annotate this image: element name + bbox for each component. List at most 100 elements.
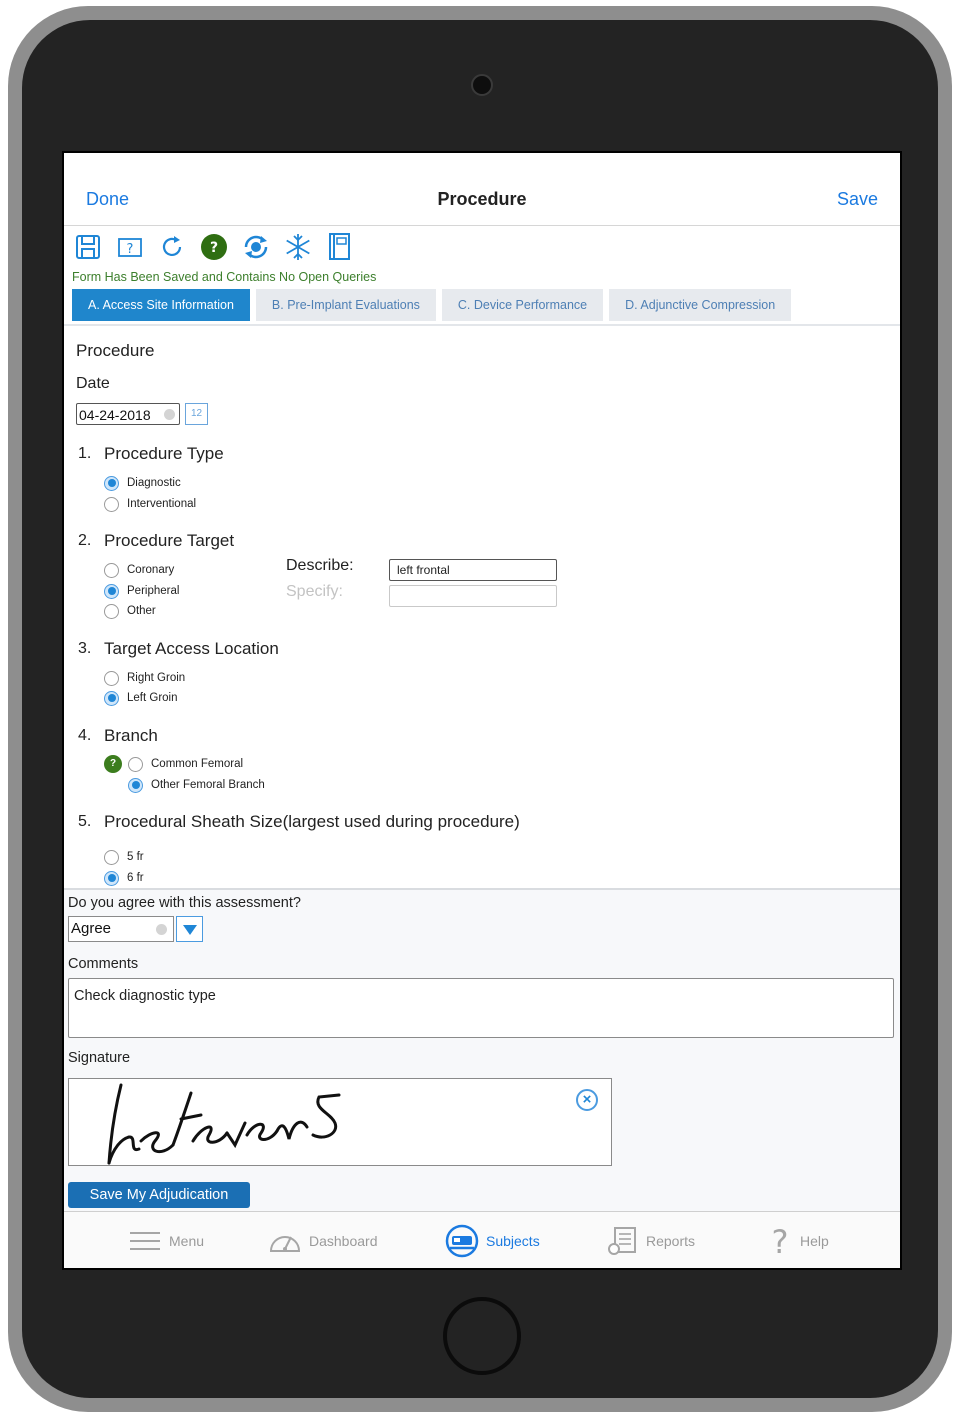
agree-value: Agree xyxy=(71,920,112,937)
radio-unselected[interactable] xyxy=(104,496,119,512)
help-box-icon[interactable]: ? xyxy=(114,231,146,263)
tab-access-site-information[interactable]: A. Access Site Information xyxy=(72,289,250,321)
tab-menu[interactable]: Menu xyxy=(128,1226,204,1256)
clear-signature-icon[interactable]: × xyxy=(576,1089,598,1111)
radio-unselected[interactable] xyxy=(104,562,119,578)
save-button[interactable]: Save xyxy=(837,189,878,210)
app-screen: Done Procedure Save ? ? Form Has Been Sa… xyxy=(62,151,902,1270)
signature-drawing xyxy=(107,1083,341,1165)
radio-unselected[interactable] xyxy=(104,603,119,619)
specify-field[interactable] xyxy=(389,585,557,607)
option-label: Common Femoral xyxy=(151,758,244,770)
tab-reports[interactable]: Reports xyxy=(607,1226,695,1256)
clear-date-icon[interactable] xyxy=(164,409,175,420)
agree-question: Do you agree with this assessment? xyxy=(68,895,301,911)
menu-icon xyxy=(130,1232,160,1250)
radio-selected[interactable] xyxy=(104,870,119,886)
option-label: Interventional xyxy=(127,498,197,510)
tab-label: Help xyxy=(800,1233,829,1249)
navigation-bar: Done Procedure Save xyxy=(64,153,900,226)
form-toolbar: ? ? xyxy=(72,231,356,263)
option-5-fr[interactable]: 5 fr xyxy=(104,847,144,867)
tab-device-performance[interactable]: C. Device Performance xyxy=(441,289,604,321)
radio-selected[interactable] xyxy=(104,690,119,706)
date-field[interactable]: 04-24-2018 xyxy=(76,403,180,425)
subjects-icon xyxy=(445,1224,479,1258)
save-adjudication-button[interactable]: Save My Adjudication xyxy=(68,1182,250,1208)
radio-selected[interactable] xyxy=(104,583,119,599)
option-left-groin[interactable]: Left Groin xyxy=(104,688,178,708)
describe-label: Describe: xyxy=(286,557,354,574)
comments-field[interactable]: Check diagnostic type xyxy=(68,978,894,1038)
radio-selected[interactable] xyxy=(104,475,119,491)
save-icon[interactable] xyxy=(72,231,104,263)
tab-label: Reports xyxy=(646,1233,696,1249)
query-icon[interactable]: ? xyxy=(198,231,230,263)
option-diagnostic[interactable]: Diagnostic xyxy=(104,473,181,493)
page-title: Procedure xyxy=(437,189,527,209)
tab-label: Subjects xyxy=(486,1233,540,1249)
calendar-day: 12 xyxy=(190,408,203,419)
describe-field[interactable]: left frontal xyxy=(389,559,557,581)
option-other-femoral-branch[interactable]: Other Femoral Branch xyxy=(128,775,265,795)
tab-adjunctive-compression[interactable]: D. Adjunctive Compression xyxy=(609,289,792,321)
tab-label: Menu xyxy=(169,1233,205,1249)
radio-unselected[interactable] xyxy=(128,756,143,772)
tab-help[interactable]: ? Help xyxy=(767,1225,829,1257)
signature-pad[interactable]: × xyxy=(68,1078,612,1166)
option-coronary[interactable]: Coronary xyxy=(104,560,174,580)
option-common-femoral[interactable]: ? Common Femoral xyxy=(104,754,243,774)
sync-icon[interactable] xyxy=(240,231,272,263)
refresh-icon[interactable] xyxy=(156,231,188,263)
question-number: 4. xyxy=(78,727,92,744)
option-label: 6 fr xyxy=(127,872,144,884)
tabs-divider xyxy=(64,324,900,326)
procedure-form: Procedure Date 04-24-2018 12 1. Procedur… xyxy=(64,327,900,887)
option-label: Other Femoral Branch xyxy=(151,779,265,791)
query-badge-icon[interactable]: ? xyxy=(104,755,122,773)
section-tabs: A. Access Site Information B. Pre-Implan… xyxy=(72,289,792,321)
date-value: 04-24-2018 xyxy=(79,407,151,423)
option-6-fr[interactable]: 6 fr xyxy=(104,868,144,888)
radio-unselected[interactable] xyxy=(104,849,119,865)
question-procedure-type: Procedure Type xyxy=(104,444,224,463)
question-number: 2. xyxy=(78,532,92,549)
question-branch: Branch xyxy=(104,726,158,745)
freeze-icon[interactable] xyxy=(282,231,314,263)
signature-label: Signature xyxy=(68,1050,131,1066)
bottom-tab-bar: Menu Dashboard Subjects Reports ? Help xyxy=(64,1211,900,1268)
form-title: Procedure xyxy=(76,341,155,360)
dashboard-icon xyxy=(269,1236,301,1252)
home-button[interactable] xyxy=(443,1297,521,1375)
agree-select[interactable]: Agree xyxy=(68,916,174,942)
camera-icon xyxy=(471,74,493,96)
book-icon[interactable] xyxy=(324,231,356,263)
option-right-groin[interactable]: Right Groin xyxy=(104,668,185,688)
tab-pre-implant-evaluations[interactable]: B. Pre-Implant Evaluations xyxy=(255,289,436,321)
help-icon: ? xyxy=(772,1225,789,1257)
adjudication-panel: Do you agree with this assessment? Agree… xyxy=(64,888,900,1212)
option-label: Right Groin xyxy=(127,672,186,684)
question-number: 5. xyxy=(78,813,92,830)
dropdown-arrow-icon[interactable] xyxy=(176,916,203,942)
radio-selected[interactable] xyxy=(128,777,143,793)
option-label: Left Groin xyxy=(127,692,178,704)
option-interventional[interactable]: Interventional xyxy=(104,494,196,514)
form-status: Form Has Been Saved and Contains No Open… xyxy=(72,270,377,284)
tab-label: Dashboard xyxy=(309,1233,378,1249)
question-number: 3. xyxy=(78,640,92,657)
question-number: 1. xyxy=(78,445,92,462)
radio-unselected[interactable] xyxy=(104,670,119,686)
tab-subjects[interactable]: Subjects xyxy=(445,1224,540,1258)
question-sheath-size: Procedural Sheath Size(largest used duri… xyxy=(104,812,520,831)
specify-label: Specify: xyxy=(286,583,343,600)
option-peripheral[interactable]: Peripheral xyxy=(104,581,179,601)
option-label: Peripheral xyxy=(127,585,180,597)
option-label: Other xyxy=(127,605,156,617)
calendar-icon[interactable]: 12 xyxy=(185,403,208,425)
tab-dashboard[interactable]: Dashboard xyxy=(268,1226,378,1256)
option-other[interactable]: Other xyxy=(104,601,156,621)
comments-label: Comments xyxy=(68,956,139,972)
clear-icon[interactable] xyxy=(156,924,167,935)
option-label: Diagnostic xyxy=(127,477,181,489)
